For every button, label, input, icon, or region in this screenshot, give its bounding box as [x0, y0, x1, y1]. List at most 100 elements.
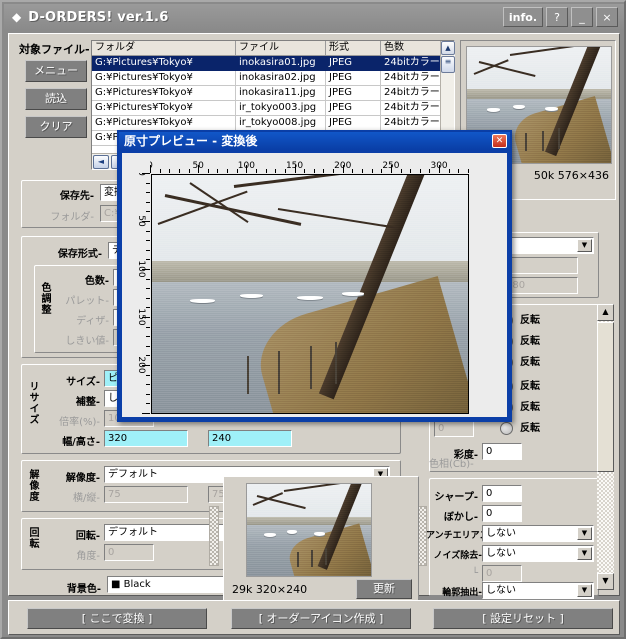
right-panel-scrollbar[interactable]: ▲ ▼: [597, 304, 614, 590]
clear-button[interactable]: クリア: [25, 116, 87, 138]
noise-sub-label: └: [471, 568, 478, 579]
file-list-header: フォルダ ファイル 形式 色数: [92, 41, 454, 56]
cell-file: inokasira01.jpg: [236, 56, 326, 71]
fullsize-preview-image: [151, 174, 469, 414]
palette-label: パレット-: [65, 296, 109, 307]
column-header-format[interactable]: 形式: [326, 41, 381, 56]
colors-label: 色数-: [84, 276, 109, 287]
crop-h-field[interactable]: 480: [502, 277, 578, 294]
noise-combo[interactable]: しない ▼: [482, 545, 594, 562]
noise-sub-field[interactable]: 0: [482, 565, 522, 582]
column-header-folder[interactable]: フォルダ: [92, 41, 236, 56]
cell-format: JPEG: [326, 101, 381, 116]
dialog-title-bar: 原寸プレビュー - 変換後 ✕: [119, 132, 510, 150]
cell-format: JPEG: [326, 56, 381, 71]
chevron-down-icon[interactable]: ▼: [577, 547, 592, 560]
converted-preview-caption: 29k 320×240: [232, 583, 308, 596]
load-button[interactable]: 読込: [25, 88, 87, 110]
hue-label: 色相(Cb)-: [429, 459, 474, 470]
preview-dialog: 原寸プレビュー - 変換後 ✕ 050100150200250300 05010…: [117, 130, 512, 422]
h-res-field[interactable]: 75: [104, 486, 188, 503]
help-button[interactable]: ?: [546, 7, 568, 27]
cell-file: inokasira02.jpg: [236, 71, 326, 86]
invert-checkbox-6[interactable]: [499, 421, 513, 435]
dialog-close-button[interactable]: ✕: [492, 134, 507, 148]
table-row[interactable]: G:¥Pictures¥Tokyo¥ inokasira11.jpg JPEG …: [92, 86, 454, 101]
column-header-file[interactable]: ファイル: [236, 41, 326, 56]
height-field[interactable]: 240: [208, 430, 292, 447]
minimize-button[interactable]: _: [571, 7, 593, 27]
table-row[interactable]: G:¥Pictures¥Tokyo¥ inokasira02.jpg JPEG …: [92, 71, 454, 86]
background-label: 背景色-: [66, 584, 101, 595]
sharp-field[interactable]: 0: [482, 485, 522, 502]
converted-preview-panel: 29k 320×240 更新: [223, 476, 419, 610]
update-button[interactable]: 更新: [356, 579, 412, 599]
color-swatch-icon: ■: [111, 579, 121, 590]
cell-colors: 24bitカラー: [381, 56, 441, 71]
angle-field[interactable]: 0: [104, 544, 154, 561]
vertical-ruler: 0 50 100 150 200: [122, 173, 150, 417]
invert-label-1: 反転: [520, 315, 540, 326]
create-order-icon-button[interactable]: [ オーダーアイコン作成 ]: [231, 608, 411, 629]
invert-label-5: 反転: [520, 402, 540, 413]
resize-vertical-label: リサイズ: [27, 381, 38, 425]
crop-y-field[interactable]: 0: [502, 257, 578, 274]
width-field[interactable]: 320: [104, 430, 188, 447]
color-adjust-vertical-label: 色調整: [39, 282, 50, 315]
vertical-scroll-thumb[interactable]: ≡: [441, 56, 455, 73]
scale-label: 倍率(%)-: [59, 417, 100, 428]
convert-here-button[interactable]: [ ここで変換 ]: [27, 608, 207, 629]
column-header-colors[interactable]: 色数: [381, 41, 441, 56]
sharp-label: シャープ-: [434, 492, 478, 503]
target-files-label: 対象ファイル-: [19, 43, 90, 56]
chevron-down-icon[interactable]: ▼: [577, 527, 592, 540]
menu-button[interactable]: メニュー: [25, 60, 87, 82]
scroll-down-icon[interactable]: ▼: [597, 573, 614, 590]
cell-folder: G:¥Pictures¥Tokyo¥: [92, 56, 236, 71]
right-scroll-thumb[interactable]: [597, 322, 614, 472]
cell-file: inokasira11.jpg: [236, 86, 326, 101]
horizontal-ruler: 050100150200250300: [150, 153, 507, 173]
chevron-down-icon[interactable]: ▼: [577, 584, 592, 597]
table-row[interactable]: G:¥Pictures¥Tokyo¥ inokasira01.jpg JPEG …: [92, 56, 454, 71]
saturation-field[interactable]: 0: [482, 443, 522, 460]
edge-label: 輪郭抽出-: [442, 588, 482, 598]
antialias-label: アンチエリアス-: [426, 531, 492, 541]
scroll-up-icon[interactable]: ▲: [441, 41, 455, 55]
wh-label: 幅/高さ-: [62, 437, 100, 448]
dialog-title-text: 原寸プレビュー - 変換後: [124, 134, 258, 148]
antialias-combo[interactable]: しない ▼: [482, 525, 594, 542]
table-row[interactable]: G:¥Pictures¥Tokyo¥ ir_tokyo003.jpg JPEG …: [92, 101, 454, 116]
resolution-vertical-label: 解像度: [27, 469, 38, 502]
cell-folder: G:¥Pictures¥Tokyo¥: [92, 116, 236, 131]
window-title: D-ORDERS! ver.1.6: [28, 9, 169, 25]
cell-colors: 24bitカラー: [381, 71, 441, 86]
cell-file: ir_tokyo008.jpg: [236, 116, 326, 131]
res-label: 解像度-: [65, 473, 100, 484]
hue-field[interactable]: 0: [434, 419, 474, 437]
scroll-up-icon[interactable]: ▲: [597, 304, 614, 321]
cell-format: JPEG: [326, 86, 381, 101]
cell-folder: G:¥Pictures¥Tokyo¥: [92, 101, 236, 116]
close-button[interactable]: ×: [596, 7, 618, 27]
invert-label-3: 反転: [520, 357, 540, 368]
chevron-down-icon[interactable]: ▼: [577, 239, 592, 252]
info-button[interactable]: info.: [502, 7, 543, 27]
rot-label: 回転-: [75, 531, 100, 542]
edge-combo[interactable]: しない ▼: [482, 582, 594, 599]
rotate-vertical-label: 回転: [27, 527, 38, 549]
blur-field[interactable]: 0: [482, 505, 522, 522]
dither-label: ディザ-: [76, 316, 109, 327]
reset-settings-button[interactable]: [ 設定リセット ]: [433, 608, 613, 629]
file-action-buttons: メニュー 読込 クリア: [25, 60, 87, 144]
splitter-left[interactable]: [209, 506, 219, 566]
converted-preview-image: [246, 483, 372, 577]
scroll-left-icon[interactable]: ◄: [93, 154, 109, 169]
cell-file: ir_tokyo003.jpg: [236, 101, 326, 116]
table-row[interactable]: G:¥Pictures¥Tokyo¥ ir_tokyo008.jpg JPEG …: [92, 116, 454, 131]
dest-label: 保存先-: [59, 191, 94, 202]
title-bar: ◆ D-ORDERS! ver.1.6 info. ? _ ×: [4, 4, 624, 30]
cell-colors: 24bitカラー: [381, 86, 441, 101]
cell-colors: 24bitカラー: [381, 116, 441, 131]
invert-label-6: 反転: [520, 423, 540, 434]
